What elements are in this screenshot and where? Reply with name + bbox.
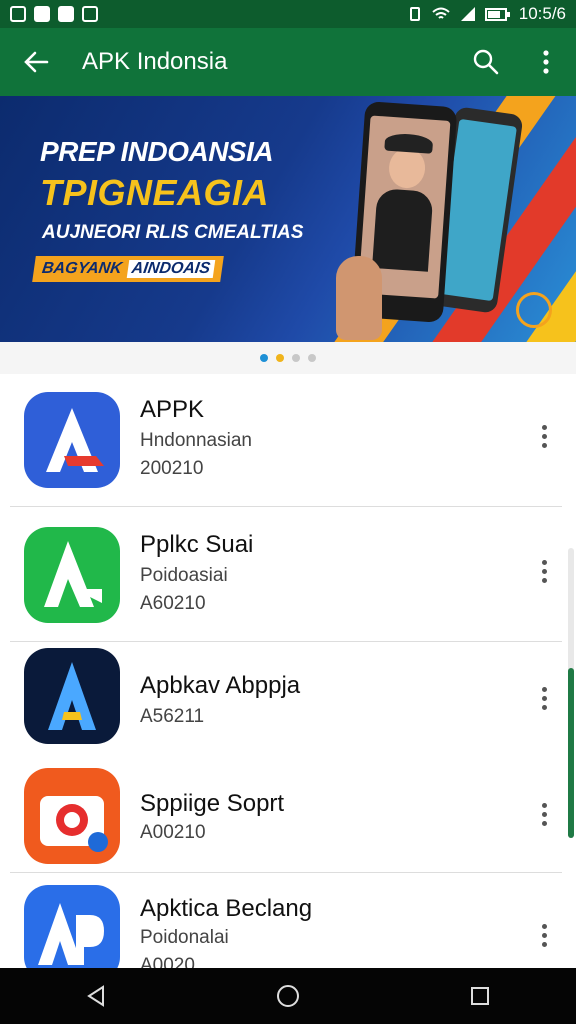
app-subtitle: A00210	[140, 822, 206, 843]
app-name: Sppiige Soprt	[140, 790, 285, 817]
apk-a-green-icon	[24, 527, 120, 623]
list-item[interactable]: Apbkav Abppja A56211	[0, 642, 576, 762]
app-version: 200210	[140, 458, 204, 479]
banner-tag-right: AINDOAIS	[126, 260, 216, 278]
banner-headline: PREP INDOANSIA	[40, 136, 274, 167]
search-button[interactable]	[456, 28, 516, 96]
hand-graphic	[336, 256, 382, 340]
item-more-button[interactable]	[532, 678, 556, 718]
list-item[interactable]: Apktica Beclang Poidonalai A0020	[0, 873, 576, 968]
status-bar: 10:5/6	[0, 0, 576, 28]
item-more-button[interactable]	[532, 794, 556, 834]
status-left-icons	[10, 6, 98, 22]
status-right: 10:5/6	[407, 4, 566, 24]
list-scrollbar[interactable]	[568, 548, 574, 838]
promo-banner[interactable]: PREP INDOANSIA TPIGNEAGIA AUJNEORI RLIS …	[0, 96, 576, 342]
nav-back-button[interactable]	[66, 968, 126, 1024]
image-icon	[82, 6, 98, 22]
app-name: Apbkav Abppja	[140, 672, 301, 699]
system-nav-bar	[0, 968, 576, 1024]
recents-square-icon	[471, 987, 489, 1005]
overflow-menu-button[interactable]	[516, 28, 576, 96]
status-time: 10:5/6	[518, 4, 566, 23]
banner-tag: BAGYANK AINDOAIS	[32, 256, 224, 282]
app-version: A0020	[140, 955, 195, 968]
notification-b-icon	[34, 6, 50, 22]
banner-pager	[0, 342, 576, 374]
app-subtitle: Hndonnasian	[140, 430, 252, 451]
banner-tagline: AUJNEORI RLIS CMEALTIAS	[42, 222, 304, 243]
item-more-button[interactable]	[532, 551, 556, 591]
battery-icon	[484, 8, 510, 21]
home-circle-icon	[277, 985, 299, 1007]
list-item[interactable]: APPK Hndonnasian 200210	[0, 374, 576, 506]
banner-subheadline: TPIGNEAGIA	[40, 172, 270, 213]
gallery-icon	[10, 6, 26, 22]
banner-tag-left: BAGYANK	[40, 260, 123, 277]
back-button[interactable]	[0, 28, 72, 96]
app-name: APPK	[140, 396, 205, 423]
pager-dot-1[interactable]	[260, 354, 268, 362]
apk-a-dark-icon	[24, 648, 120, 744]
pager-dot-3[interactable]	[292, 354, 300, 362]
app-version: A60210	[140, 593, 206, 614]
app-name: Apktica Beclang	[140, 895, 313, 922]
app-subtitle: Poidoasiai	[140, 565, 228, 586]
app-subtitle: Poidonalai	[140, 927, 229, 948]
scrollbar-thumb[interactable]	[568, 668, 574, 838]
vibrate-icon	[409, 7, 420, 21]
more-vert-icon	[543, 50, 549, 74]
item-more-button[interactable]	[532, 915, 556, 955]
banner-badge-icon	[516, 292, 552, 328]
camera-orange-icon	[24, 768, 120, 864]
item-more-button[interactable]	[532, 416, 556, 456]
nav-home-button[interactable]	[258, 968, 318, 1024]
app-bar: APK Indonsia	[0, 28, 576, 96]
list-item[interactable]: Pplkc Suai Poidoasiai A60210	[0, 507, 576, 641]
signal-icon	[460, 7, 475, 21]
apk-a-blue-icon	[24, 392, 120, 488]
page-title: APK Indonsia	[82, 48, 228, 75]
notification-b2-icon	[58, 6, 74, 22]
back-triangle-icon	[87, 985, 104, 1007]
app-subtitle: A56211	[140, 706, 205, 727]
search-icon	[473, 49, 499, 75]
arrow-back-icon	[24, 51, 49, 73]
list-item[interactable]: Sppiige Soprt A00210	[0, 762, 576, 872]
app-name: Pplkc Suai	[140, 531, 254, 558]
wifi-icon	[432, 7, 450, 19]
pager-dot-4[interactable]	[308, 354, 316, 362]
nav-recents-button[interactable]	[450, 968, 510, 1024]
apk-ap-blue-icon	[24, 885, 120, 968]
pager-dot-2[interactable]	[276, 354, 284, 362]
